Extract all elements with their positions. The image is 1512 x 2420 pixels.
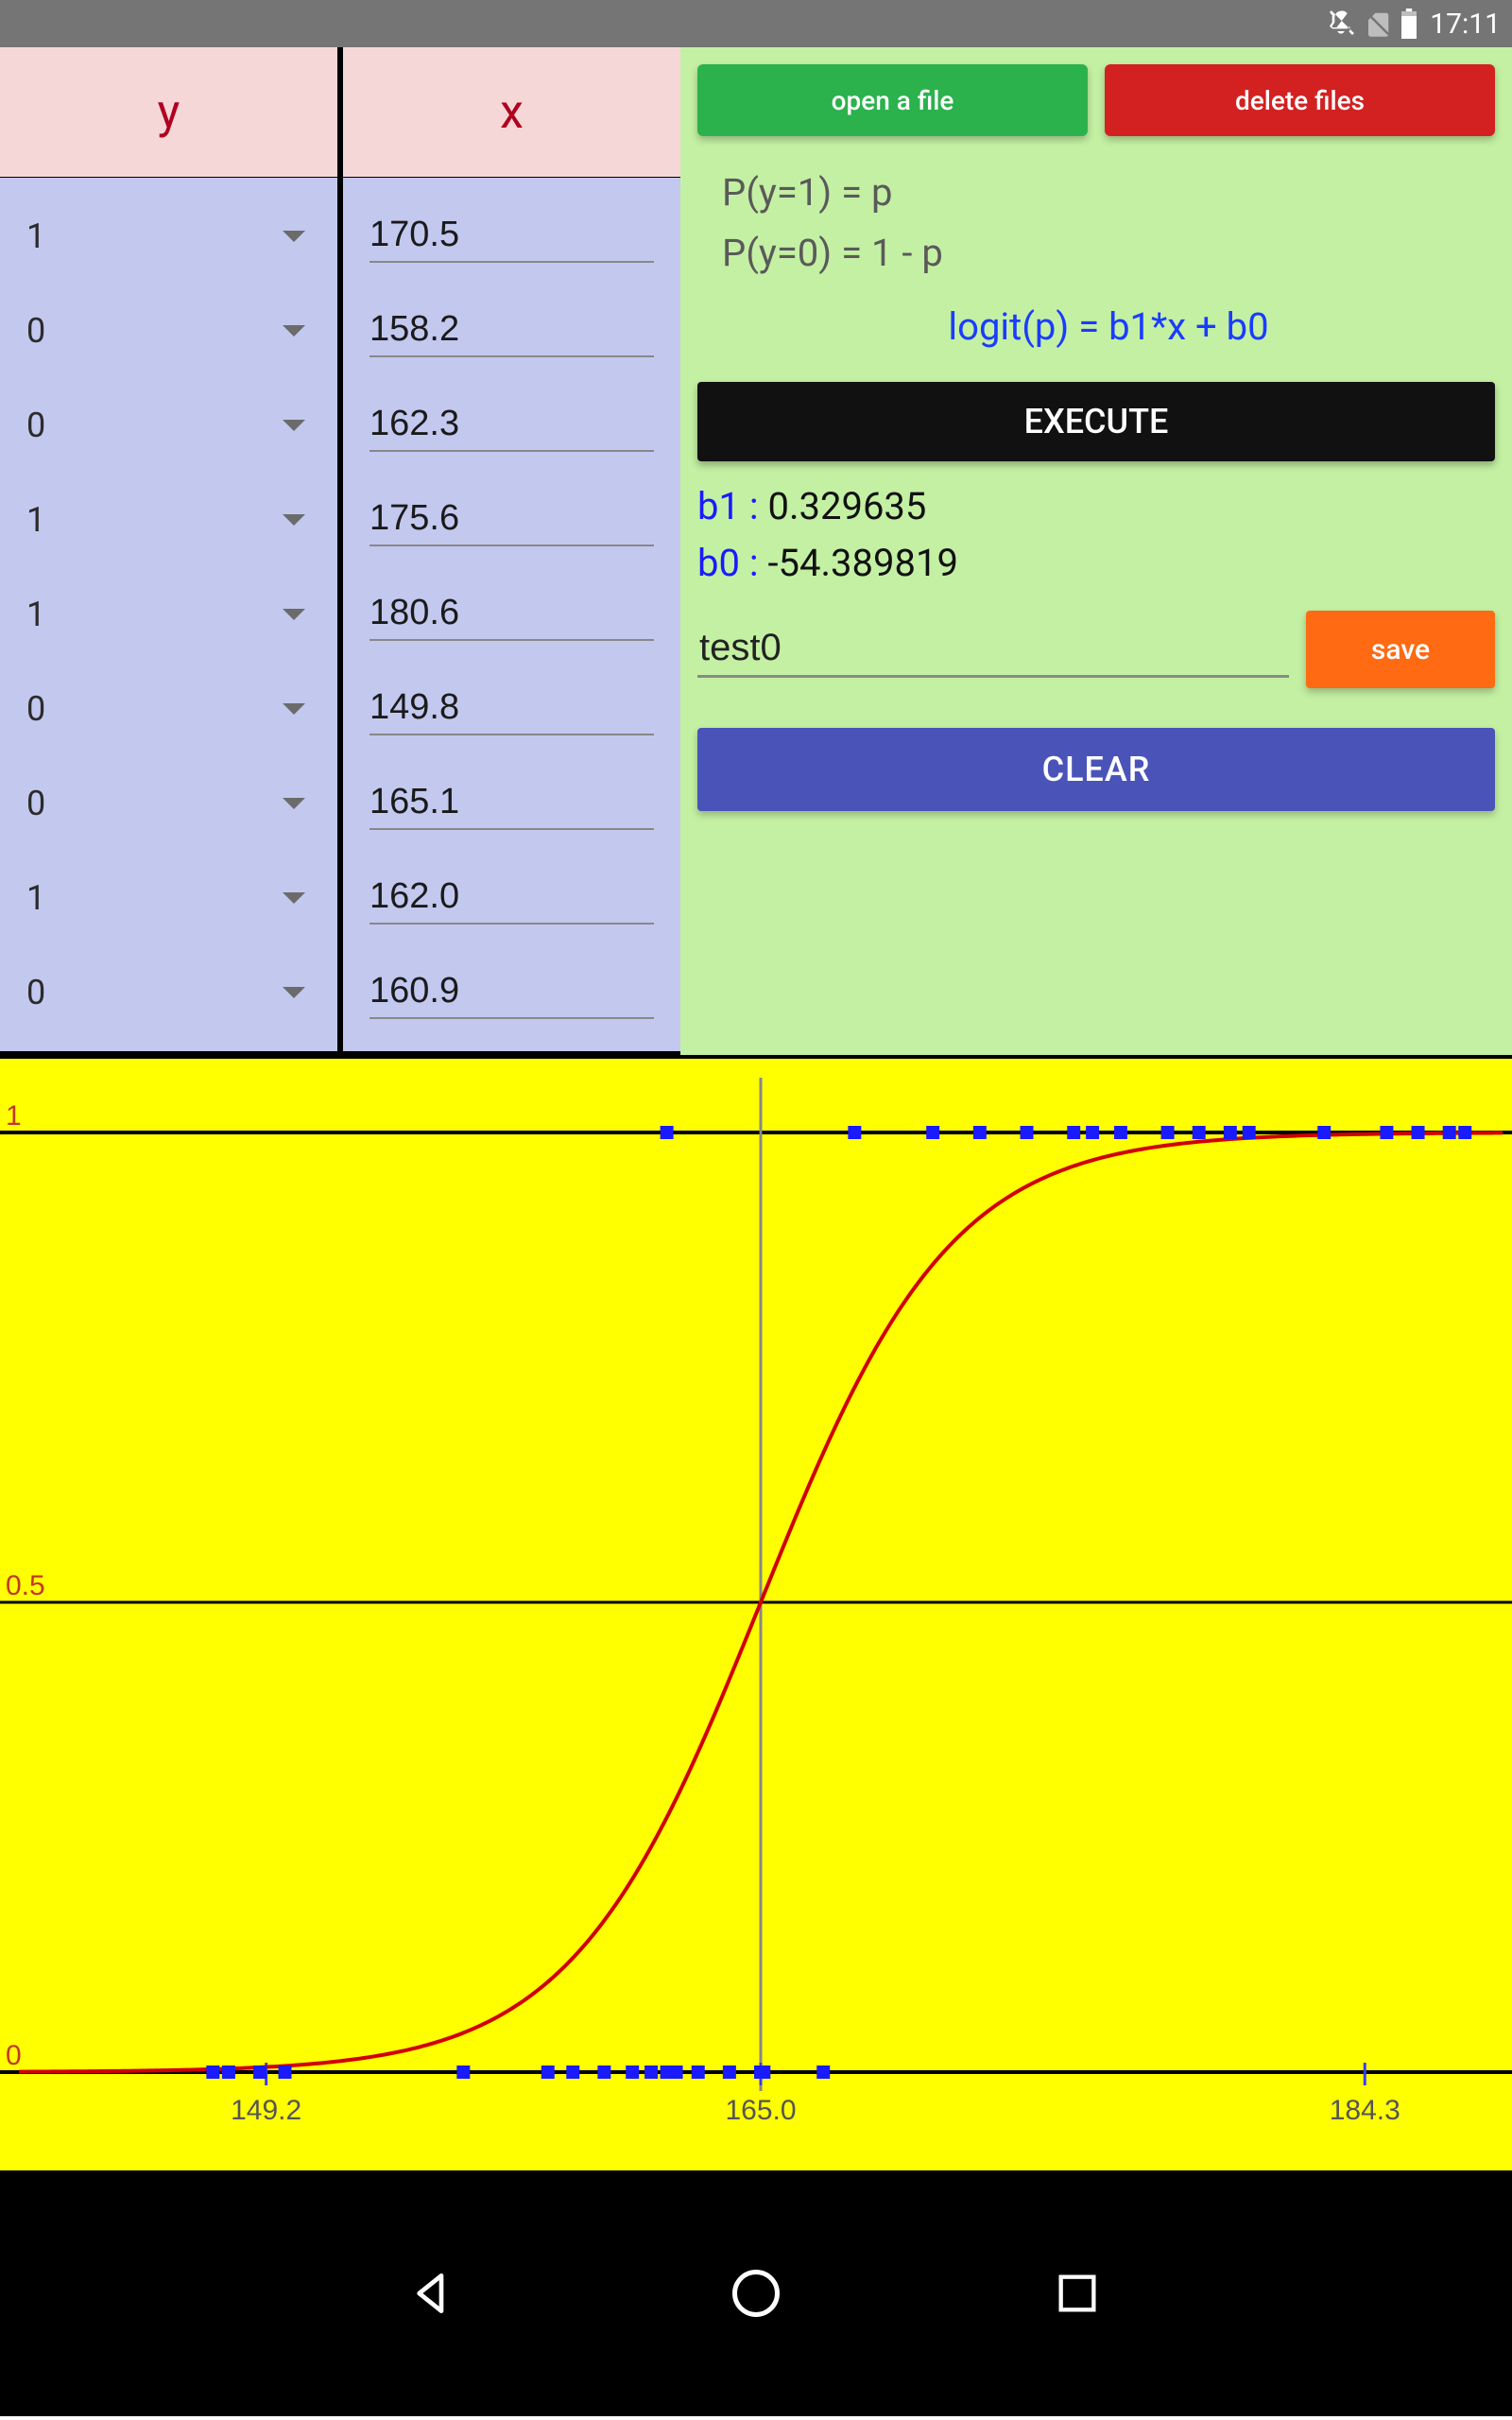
status-time: 17:11 <box>1430 8 1501 41</box>
x-input-row-5[interactable] <box>369 683 654 735</box>
android-navbar <box>0 2170 1512 2416</box>
execute-button[interactable]: EXECUTE <box>697 382 1495 461</box>
svg-text:1: 1 <box>6 1100 22 1132</box>
delete-files-button[interactable]: delete files <box>1105 64 1495 136</box>
chevron-down-icon <box>283 325 305 337</box>
status-bar: 17:11 <box>0 0 1512 47</box>
y-select-row-8[interactable]: 0 <box>0 945 337 1040</box>
y-select-row-7[interactable]: 1 <box>0 851 337 945</box>
x-input-row-0[interactable] <box>369 211 654 263</box>
y-select-row-6[interactable]: 0 <box>0 756 337 851</box>
y-value: 1 <box>26 500 283 540</box>
x-cell-row-6 <box>343 756 680 851</box>
table-header-row: y x <box>0 47 680 178</box>
y-select-row-2[interactable]: 0 <box>0 378 337 473</box>
x-input-row-8[interactable] <box>369 967 654 1019</box>
x-input-row-4[interactable] <box>369 589 654 641</box>
x-input-row-7[interactable] <box>369 873 654 925</box>
y-value: 0 <box>26 406 283 445</box>
y-value: 0 <box>26 311 283 351</box>
x-cell-row-1 <box>343 284 680 378</box>
y-select-row-0[interactable]: 1 <box>0 189 337 284</box>
y-select-row-5[interactable]: 0 <box>0 662 337 756</box>
chevron-down-icon <box>283 798 305 809</box>
svg-text:149.2: 149.2 <box>231 2095 301 2126</box>
y-value: 0 <box>26 973 283 1012</box>
header-x: x <box>337 47 680 177</box>
x-cell-row-2 <box>343 378 680 473</box>
coef-b0-value: -54.389819 <box>767 541 957 585</box>
chevron-down-icon <box>283 892 305 904</box>
coef-b0: b0 : -54.389819 <box>697 535 1495 592</box>
header-y: y <box>0 47 337 177</box>
control-panel: open a file delete files P(y=1) = p P(y=… <box>680 47 1512 1055</box>
svg-text:0: 0 <box>6 2040 22 2071</box>
equation-py0: P(y=0) = 1 - p <box>722 223 1495 284</box>
svg-text:165.0: 165.0 <box>725 2095 796 2126</box>
no-sim-icon <box>1364 9 1392 38</box>
y-select-row-4[interactable]: 1 <box>0 567 337 662</box>
data-table: y x 1 0 0 1 1 0 0 1 0 <box>0 47 680 1055</box>
clear-button[interactable]: CLEAR <box>697 728 1495 811</box>
battery-icon <box>1400 9 1418 39</box>
y-value: 1 <box>26 595 283 634</box>
nav-home-button[interactable] <box>718 2256 794 2331</box>
x-cell-row-0 <box>343 189 680 284</box>
coef-b0-label: b0 : <box>697 541 767 585</box>
chevron-down-icon <box>283 420 305 431</box>
y-value: 0 <box>26 784 283 823</box>
y-value: 1 <box>26 878 283 918</box>
equation-logit: logit(p) = b1*x + b0 <box>722 297 1495 357</box>
coef-b1: b1 : 0.329635 <box>697 478 1495 535</box>
svg-text:184.3: 184.3 <box>1330 2095 1400 2126</box>
chevron-down-icon <box>283 231 305 242</box>
chevron-down-icon <box>283 703 305 715</box>
coef-b1-label: b1 : <box>697 484 767 528</box>
nav-back-button[interactable] <box>397 2256 472 2331</box>
filename-input[interactable] <box>697 621 1289 678</box>
x-input-row-6[interactable] <box>369 778 654 830</box>
x-cell-row-4 <box>343 567 680 662</box>
x-input-row-2[interactable] <box>369 400 654 452</box>
x-cell-row-5 <box>343 662 680 756</box>
mute-icon <box>1326 9 1356 39</box>
coef-b1-value: 0.329635 <box>767 484 926 528</box>
y-value: 0 <box>26 689 283 729</box>
open-file-button[interactable]: open a file <box>697 64 1088 136</box>
chevron-down-icon <box>283 987 305 998</box>
chart-svg: 0 0.5 1 149.2 165.0 184.3 <box>0 1059 1512 2170</box>
y-select-row-1[interactable]: 0 <box>0 284 337 378</box>
x-cell-row-8 <box>343 945 680 1040</box>
x-input-row-3[interactable] <box>369 494 654 546</box>
nav-recent-button[interactable] <box>1040 2256 1115 2331</box>
x-cell-row-3 <box>343 473 680 567</box>
save-button[interactable]: save <box>1306 611 1495 688</box>
svg-text:0.5: 0.5 <box>6 1570 45 1601</box>
chevron-down-icon <box>283 514 305 526</box>
chevron-down-icon <box>283 609 305 620</box>
x-input-row-1[interactable] <box>369 305 654 357</box>
y-select-row-3[interactable]: 1 <box>0 473 337 567</box>
x-cell-row-7 <box>343 851 680 945</box>
logistic-chart: 0 0.5 1 149.2 165.0 184.3 <box>0 1059 1512 2170</box>
y-value: 1 <box>26 216 283 256</box>
equation-py1: P(y=1) = p <box>722 163 1495 223</box>
